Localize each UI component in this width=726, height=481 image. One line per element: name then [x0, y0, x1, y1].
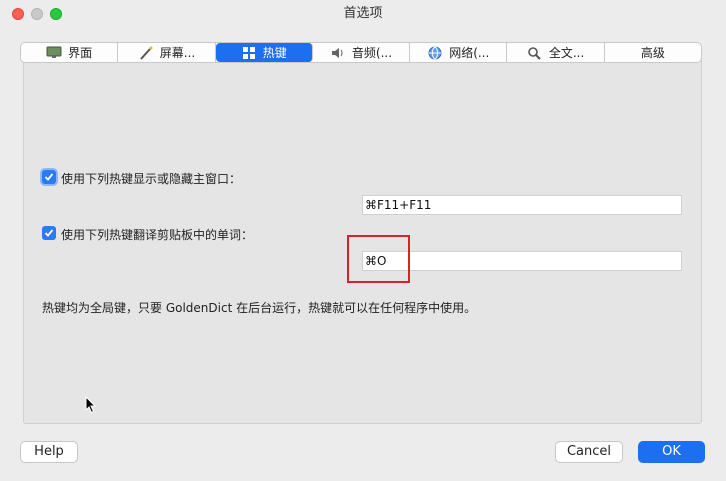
help-button[interactable]: Help	[20, 441, 78, 463]
tab-audio-label: 音频(...	[351, 46, 393, 60]
monitor-icon	[46, 46, 62, 60]
tab-advanced-label: 高级	[640, 46, 665, 60]
tab-network[interactable]: 网络(...	[410, 43, 508, 62]
globe-icon	[427, 46, 443, 60]
translate-clipboard-hotkey-input[interactable]	[362, 251, 682, 271]
tab-popup-label: 屏幕...	[159, 46, 196, 60]
translate-clipboard-label: 使用下列热键翻译剪贴板中的单词：	[61, 228, 254, 242]
tab-interface[interactable]: 界面	[21, 43, 119, 62]
cancel-button[interactable]: Cancel	[555, 441, 623, 463]
speaker-icon	[330, 46, 346, 60]
mouse-pointer-icon	[85, 395, 97, 417]
title-bar: 首选项	[0, 0, 726, 28]
hotkeys-note: 热键均为全局键，只要 GoldenDict 在后台运行，热键就可以在任何程序中使…	[42, 301, 477, 315]
maximize-window-button[interactable]	[50, 8, 62, 20]
tab-fulltext-label: 全文...	[548, 46, 585, 60]
magnifier-icon	[527, 46, 543, 60]
tab-bar: 界面 屏幕... 热键 音频(... 网络(... 全文... 高级	[20, 42, 702, 63]
highlight-box	[347, 235, 410, 283]
checkmark-icon	[44, 229, 54, 237]
tab-hotkeys[interactable]: 热键	[215, 43, 313, 62]
tab-advanced[interactable]: 高级	[605, 43, 701, 62]
translate-clipboard-checkbox[interactable]	[42, 226, 56, 240]
ok-button[interactable]: OK	[638, 441, 705, 463]
tab-audio[interactable]: 音频(...	[313, 43, 411, 62]
toggle-window-checkbox[interactable]	[42, 170, 56, 184]
magic-wand-icon	[138, 46, 154, 60]
toggle-window-label: 使用下列热键显示或隐藏主窗口：	[61, 172, 242, 186]
tab-network-label: 网络(...	[449, 46, 490, 60]
toggle-window-hotkey-input[interactable]	[362, 195, 682, 215]
tab-popup[interactable]: 屏幕...	[118, 43, 216, 62]
keyboard-icon	[241, 46, 257, 60]
minimize-window-button[interactable]	[31, 8, 43, 20]
window-title: 首选项	[343, 6, 383, 21]
close-window-button[interactable]	[12, 8, 24, 20]
tab-interface-label: 界面	[68, 46, 93, 60]
checkmark-icon	[44, 173, 54, 181]
tab-hotkeys-label: 热键	[262, 46, 287, 60]
tab-fulltext[interactable]: 全文...	[507, 43, 605, 62]
